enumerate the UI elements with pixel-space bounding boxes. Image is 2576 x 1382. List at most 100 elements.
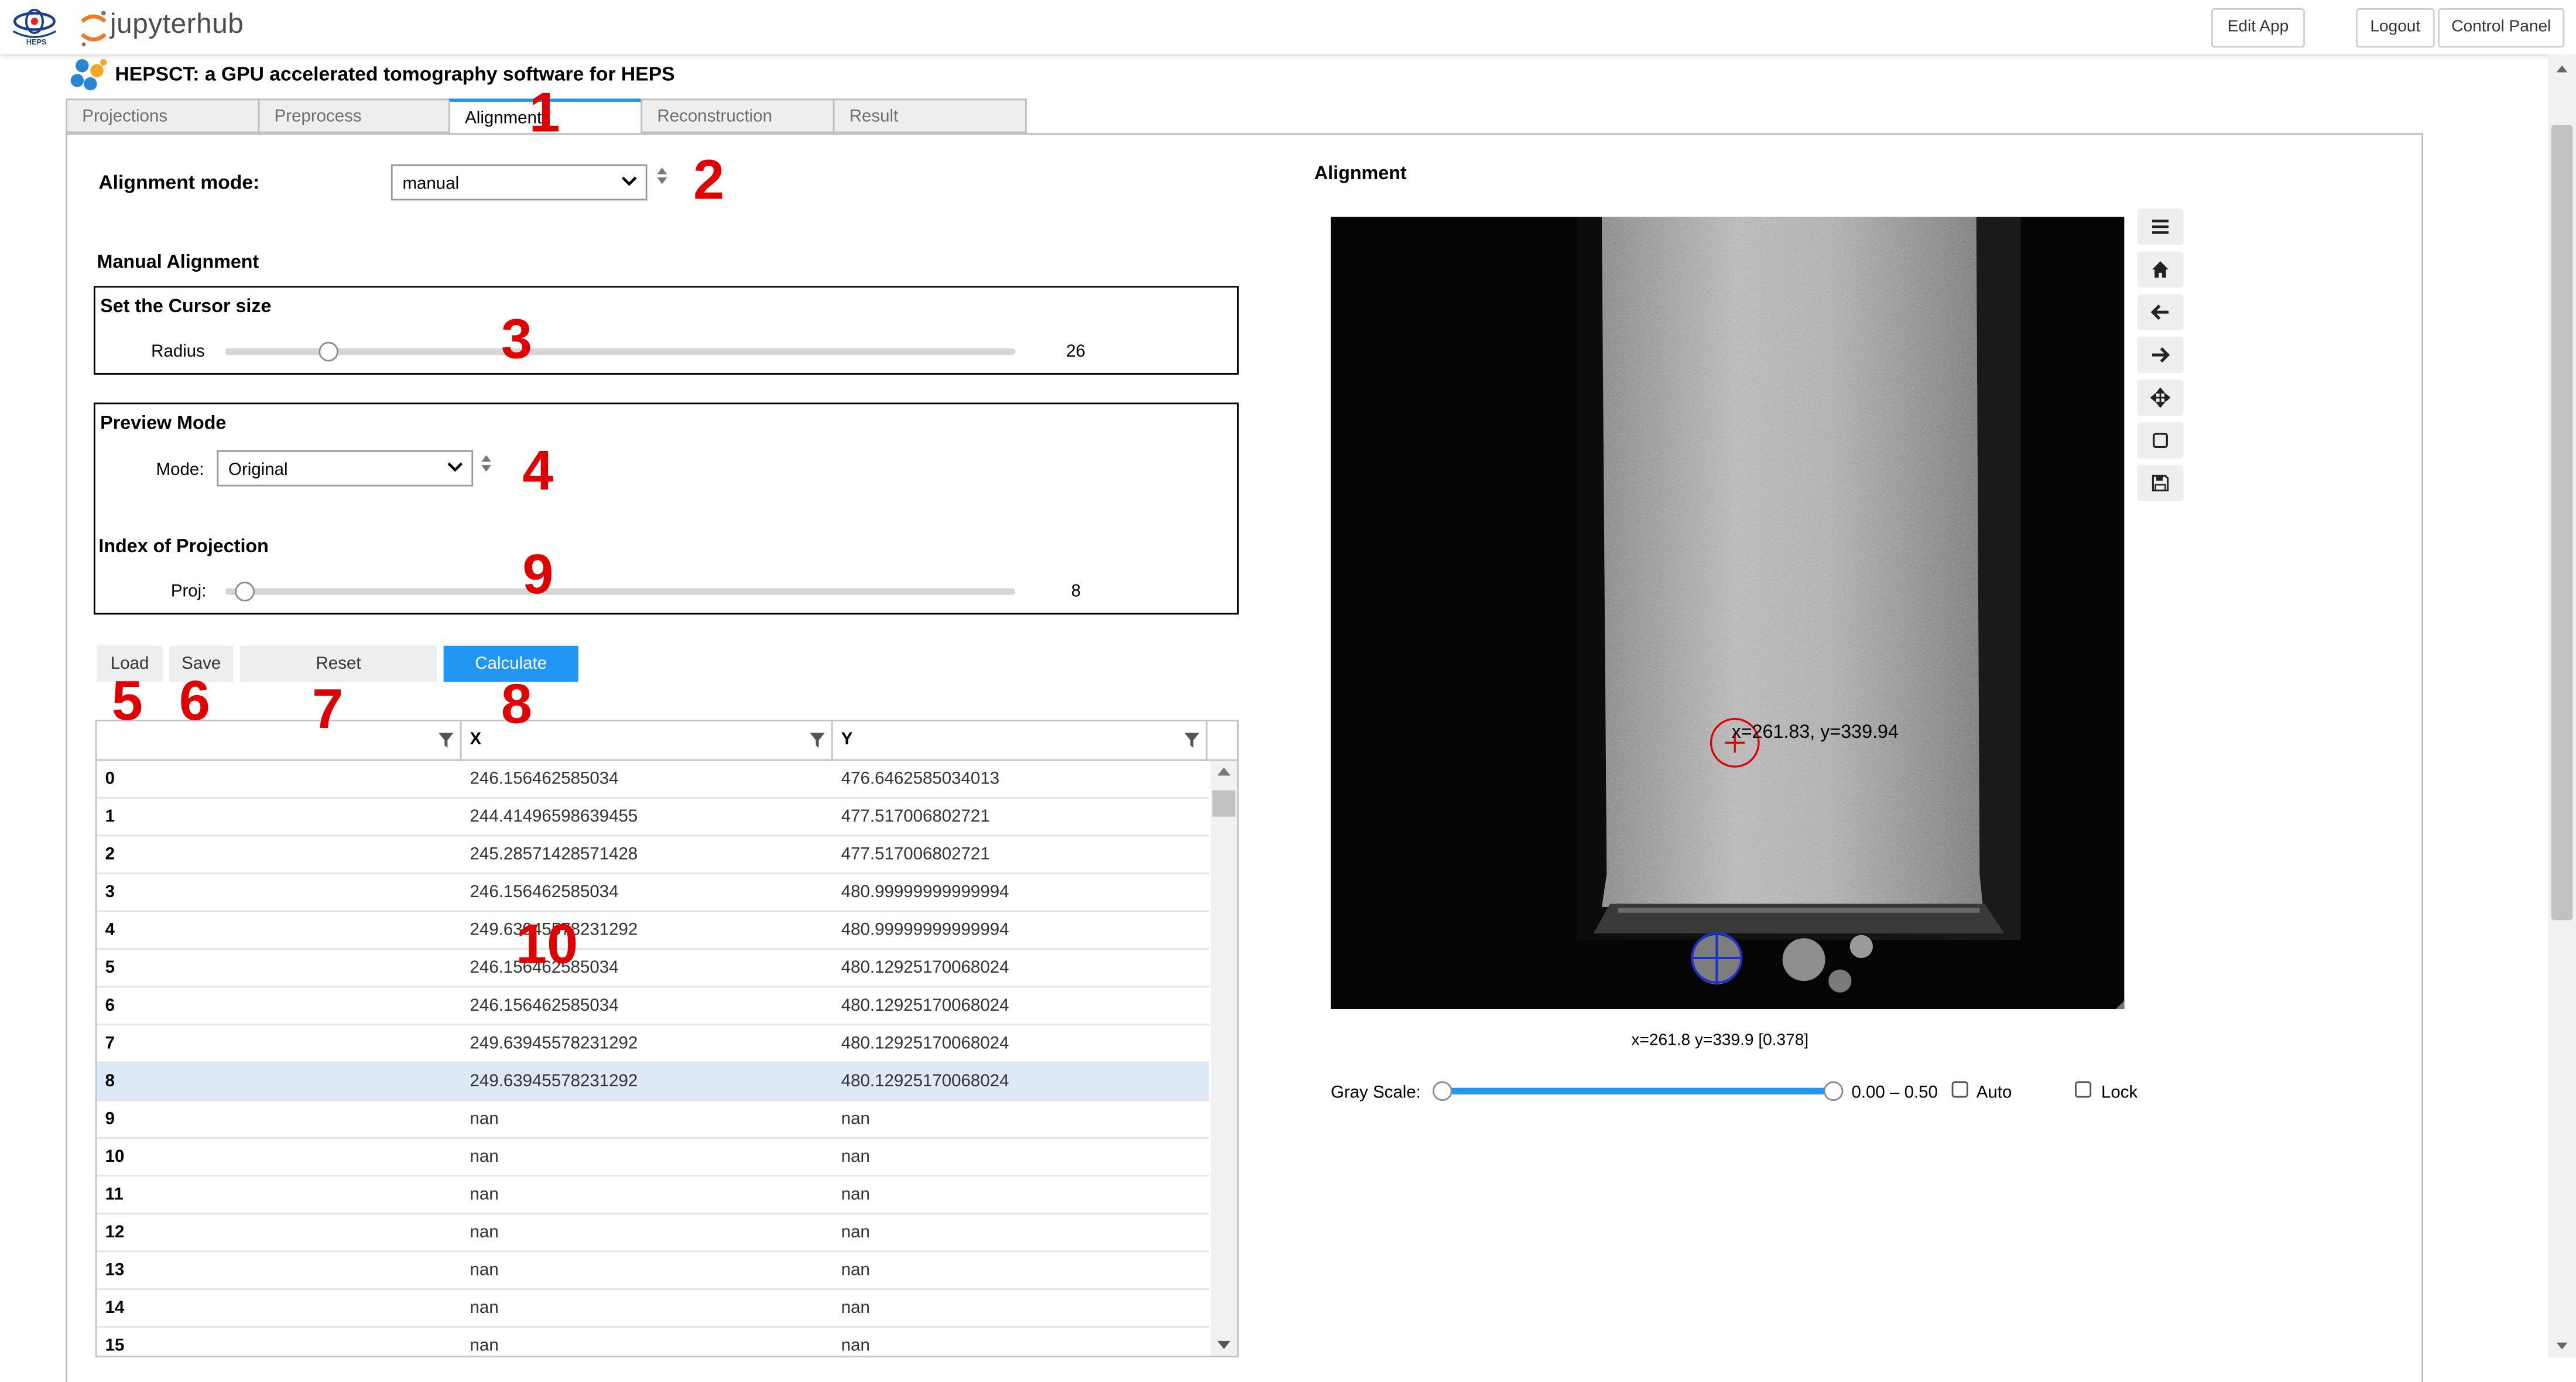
radius-slider-track[interactable] (225, 348, 1016, 355)
top-navbar (0, 0, 2576, 54)
edit-app-button[interactable]: Edit App (2211, 8, 2305, 48)
alignment-mode-label: Alignment mode: (98, 170, 260, 194)
y-cell: 480.99999999999994 (841, 882, 1009, 902)
reset-button[interactable]: Reset (239, 645, 437, 682)
radius-label: Radius (151, 341, 205, 362)
control-panel-button[interactable]: Control Panel (2438, 8, 2565, 48)
table-row[interactable]: 8 249.63945578231292 480.12925170068024 (97, 1063, 1210, 1102)
y-cell: nan (841, 1336, 870, 1356)
scroll-up-icon[interactable] (2556, 64, 2568, 73)
row-index-cell: 1 (105, 806, 115, 827)
table-row[interactable]: 12 nan nan (97, 1215, 1210, 1253)
y-cell: nan (841, 1109, 870, 1129)
callout-9: 9 (522, 543, 554, 607)
gray-scale-range-track[interactable] (1442, 1087, 1834, 1094)
forward-button[interactable] (2137, 337, 2184, 373)
alignment-mode-spinner[interactable] (654, 165, 670, 187)
scroll-down-icon[interactable] (2556, 1342, 2568, 1351)
table-scroll-thumb[interactable] (1212, 790, 1236, 817)
proj-label: Proj: (170, 581, 207, 602)
callout-5: 5 (111, 670, 143, 733)
preview-mode-value: Original (228, 460, 288, 480)
row-index-cell: 4 (105, 920, 115, 940)
proj-slider-handle[interactable] (235, 581, 255, 602)
row-index-cell: 6 (105, 996, 115, 1016)
filter-icon[interactable] (439, 733, 454, 748)
gray-scale-min-handle[interactable] (1432, 1081, 1453, 1102)
x-cell: nan (470, 1185, 499, 1205)
proj-slider-track[interactable] (225, 588, 1016, 595)
y-cell: 480.12925170068024 (841, 1071, 1009, 1092)
auto-checkbox[interactable] (1951, 1081, 1968, 1098)
menu-button[interactable] (2137, 208, 2184, 245)
gray-scale-max-handle[interactable] (1823, 1081, 1844, 1102)
row-index-cell: 7 (105, 1034, 115, 1053)
jupyterhub-brand[interactable]: jupyterhub (110, 8, 244, 41)
table-row[interactable]: 1 244.41496598639455 477.517006802721 (97, 799, 1210, 837)
x-cell: nan (470, 1147, 499, 1167)
table-row[interactable]: 11 nan nan (97, 1176, 1210, 1215)
hepsct-logo-icon (70, 59, 107, 91)
x-cell: nan (470, 1336, 499, 1356)
y-cell: 477.517006802721 (841, 806, 990, 827)
y-cell: 480.12925170068024 (841, 996, 1009, 1016)
table-row[interactable]: 13 nan nan (97, 1252, 1210, 1290)
preview-mode-spinner[interactable] (478, 452, 495, 475)
app-title: HEPSCT: a GPU accelerated tomography sof… (115, 62, 675, 85)
tab-reconstruction[interactable]: Reconstruction (640, 98, 835, 134)
table-row[interactable]: 15 nan nan (97, 1328, 1210, 1356)
x-cell: nan (470, 1109, 499, 1129)
download-button[interactable] (2137, 465, 2184, 501)
table-row[interactable]: 14 nan nan (97, 1290, 1210, 1328)
table-row[interactable]: 4 249.63945578231292 480.99999999999994 (97, 912, 1210, 950)
scroll-down-icon[interactable] (1217, 1340, 1231, 1351)
alignment-mode-select[interactable]: manual (390, 164, 648, 201)
home-icon (2152, 261, 2169, 278)
y-cell: nan (841, 1298, 870, 1318)
home-button[interactable] (2137, 251, 2184, 288)
index-column-header[interactable] (97, 721, 462, 760)
row-index-cell: 10 (105, 1147, 125, 1167)
table-row[interactable]: 2 245.28571428571428 477.517006802721 (97, 836, 1210, 874)
callout-6: 6 (179, 670, 210, 733)
table-row[interactable]: 9 nan nan (97, 1101, 1210, 1139)
table-row[interactable]: 5 246.156462585034 480.12925170068024 (97, 950, 1210, 988)
table-row[interactable]: 3 246.156462585034 480.99999999999994 (97, 874, 1210, 912)
y-cell: nan (841, 1260, 870, 1280)
table-row[interactable]: 7 249.63945578231292 480.12925170068024 (97, 1025, 1210, 1063)
filter-icon[interactable] (810, 733, 825, 748)
chevron-down-icon (621, 176, 637, 186)
y-cell: 480.12925170068024 (841, 1034, 1009, 1053)
tab-result[interactable]: Result (833, 98, 1027, 134)
projection-image (1330, 217, 2125, 1009)
filter-icon[interactable] (1184, 733, 1200, 748)
alignment-plot-heading: Alignment (1314, 164, 1407, 184)
table-scrollbar[interactable] (1211, 761, 1237, 1356)
page-scroll-thumb[interactable] (2551, 125, 2573, 921)
y-cell: nan (841, 1222, 870, 1243)
row-index-cell: 15 (105, 1336, 125, 1356)
preview-mode-select[interactable]: Original (217, 450, 474, 487)
x-cell: 246.156462585034 (470, 996, 619, 1016)
callout-10: 10 (516, 914, 578, 976)
row-index-cell: 2 (105, 844, 115, 865)
table-row[interactable]: 10 nan nan (97, 1139, 1210, 1177)
pan-button[interactable] (2137, 379, 2184, 416)
lock-checkbox[interactable] (2075, 1081, 2092, 1098)
y-cell: 480.12925170068024 (841, 957, 1009, 978)
tab-preprocess[interactable]: Preprocess (258, 98, 450, 134)
table-row[interactable]: 6 246.156462585034 480.12925170068024 (97, 987, 1210, 1026)
tab-projections[interactable]: Projections (66, 98, 260, 134)
y-cell: 477.517006802721 (841, 844, 990, 865)
y-column-header[interactable]: Y (833, 721, 1208, 760)
page-scrollbar[interactable] (2548, 54, 2576, 1357)
projection-image-canvas[interactable]: x=261.83, y=339.94 (1330, 217, 2125, 1009)
zoom-rect-button[interactable] (2137, 422, 2184, 459)
callout-4: 4 (522, 440, 554, 503)
table-row[interactable]: 0 246.156462585034 476.6462585034013 (97, 761, 1210, 799)
back-button[interactable] (2137, 294, 2184, 331)
logout-button[interactable]: Logout (2355, 8, 2435, 48)
alignment-table[interactable]: X Y 0 246.156462585034 476.6462585034013 1 2… (95, 720, 1239, 1357)
row-index-cell: 11 (105, 1185, 124, 1205)
scroll-up-icon[interactable] (1217, 766, 1231, 776)
